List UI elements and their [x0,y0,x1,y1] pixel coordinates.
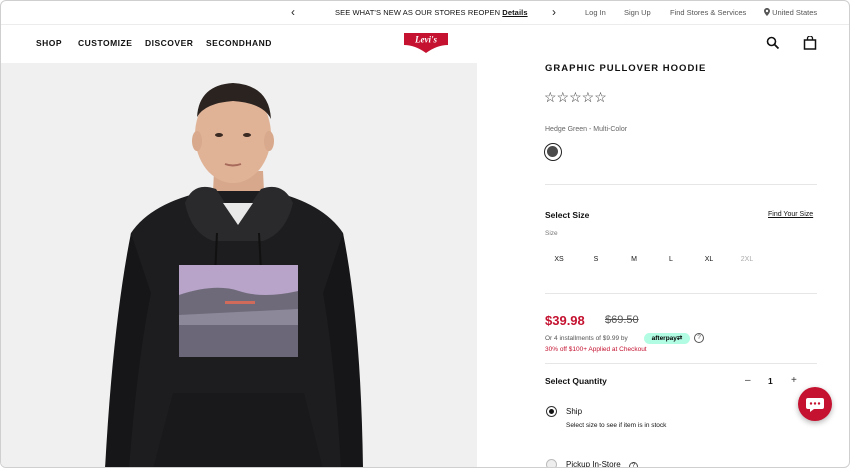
login-link[interactable]: Log In [585,8,606,17]
divider [545,363,817,364]
promo-next-button[interactable]: › [552,5,556,19]
country-selector[interactable]: United States [764,8,817,17]
size-option-xs[interactable]: XS [547,256,571,263]
promo-bar: ‹ SEE WHAT'S NEW AS OUR STORES REOPEN De… [1,1,849,25]
quantity-increase-button[interactable]: + [791,375,797,386]
promo-message: SEE WHAT'S NEW AS OUR STORES REOPEN Deta… [335,8,528,17]
nav-discover[interactable]: DISCOVER [145,38,193,48]
location-pin-icon [764,8,770,16]
promo-prev-button[interactable]: ‹ [291,5,295,19]
bag-icon[interactable] [803,36,817,50]
size-label: Size [545,230,558,237]
rating-stars[interactable]: ☆☆☆☆☆ [544,89,607,106]
signup-link[interactable]: Sign Up [624,8,651,17]
size-option-2xl[interactable]: 2XL [735,256,759,263]
promo-details-link[interactable]: Details [502,8,527,17]
browser-frame: ‹ SEE WHAT'S NEW AS OUR STORES REOPEN De… [0,0,850,468]
product-title: GRAPHIC PULLOVER HOODIE [545,63,707,74]
levis-logo[interactable]: Levi's [403,32,449,54]
color-name: Hedge Green - Multi-Color [545,126,628,133]
color-swatch[interactable] [544,143,562,161]
help-icon[interactable]: ? [694,333,704,343]
select-size-heading: Select Size [545,210,590,220]
nav-customize[interactable]: CUSTOMIZE [78,38,132,48]
size-option-s[interactable]: S [584,256,608,263]
product-image[interactable] [1,63,477,467]
ship-radio[interactable] [546,406,557,417]
find-your-size-link[interactable]: Find Your Size [768,211,813,218]
sale-price: $39.98 [545,313,585,328]
size-option-xl[interactable]: XL [697,256,721,263]
quantity-value[interactable]: 1 [768,376,773,386]
ship-label: Ship [566,407,583,416]
pickup-radio[interactable] [546,459,557,467]
ship-note: Select size to see if item is in stock [566,422,667,429]
pickup-label: Pickup In-Store ? [566,460,638,468]
nav-secondhand[interactable]: SECONDHAND [206,38,272,48]
installments-text: Or 4 installments of $9.99 by [545,335,628,342]
divider [545,293,817,294]
promo-message-text: SEE WHAT'S NEW AS OUR STORES REOPEN [335,8,501,17]
country-label: United States [772,8,818,17]
nav-shop[interactable]: SHOP [36,38,62,48]
size-option-m[interactable]: M [622,256,646,263]
original-price: $69.50 [605,314,639,326]
afterpay-badge[interactable]: afterpay⇄ [644,333,690,344]
svg-text:Levi's: Levi's [414,35,437,45]
pickup-help-icon[interactable]: ? [628,462,638,467]
chat-button[interactable] [798,387,832,421]
find-stores-link[interactable]: Find Stores & Services [670,8,746,17]
pickup-label-text: Pickup In-Store [566,460,621,468]
divider [545,184,817,185]
search-icon[interactable] [766,36,780,50]
chat-icon [806,398,824,412]
size-option-l[interactable]: L [659,256,683,263]
color-swatch-fill [547,146,558,157]
quantity-decrease-button[interactable]: – [745,375,751,386]
select-quantity-heading: Select Quantity [545,376,607,386]
hoodie-model-photo [1,63,477,467]
promo-discount-text: 30% off $100+ Applied at Checkout [545,346,647,353]
